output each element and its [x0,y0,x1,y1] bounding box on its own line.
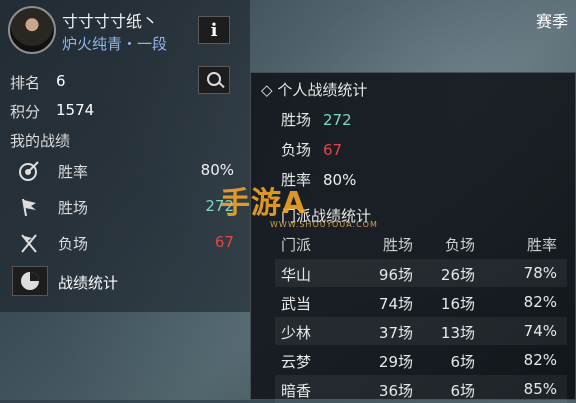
profile-panel: 寸寸寸寸纸丶 炉火纯青・一段 i 排名 6 积分 1574 我的战绩 胜率 80… [0,0,250,312]
info-icon: i [210,19,218,41]
score-label: 积分 [10,103,41,121]
popup-losses-row: 负场 67 [281,139,342,160]
losses-value: 67 [214,233,234,251]
cell-wins: 29场 [378,353,413,371]
table-header: 门派 胜场 负场 胜率 [275,229,567,257]
crossed-flag-icon [21,234,37,253]
cell-rate: 74% [523,322,557,340]
avatar [8,6,56,54]
record-stats-button[interactable] [12,266,48,296]
record-stats-popup: ◇ 个人战绩统计 胜场 272 负场 67 胜率 80% 门派战绩统计 门派 胜场 负… [250,72,576,403]
flag-icon [22,198,36,217]
table-row: 少林 37场 13场 74% [275,317,567,345]
wins-label: 胜场 [58,199,89,217]
season-tab[interactable]: 赛季 [536,8,568,32]
win-rate-row: 胜率 80% [0,156,250,186]
player-name: 寸寸寸寸纸丶 [62,12,159,31]
search-button[interactable] [198,66,230,94]
popup-losses-value: 67 [323,141,343,159]
cell-rate: 78% [523,264,557,282]
cell-sect: 云梦 [281,353,312,371]
table-row: 华山 96场 26场 78% [275,259,567,287]
target-icon [19,161,39,181]
cell-rate: 82% [523,293,557,311]
losses-row: 负场 67 [0,228,250,258]
cell-sect: 暗香 [281,382,312,400]
col-wins: 胜场 [382,236,413,254]
popup-title: ◇ 个人战绩统计 [261,81,368,99]
cell-rate: 82% [523,351,557,369]
col-sect: 门派 [281,236,312,254]
my-record-heading: 我的战绩 [10,132,71,150]
popup-wins-value: 272 [323,111,352,129]
cell-losses: 16场 [440,295,475,313]
site-watermark: 手游A [220,186,307,221]
win-rate-label: 胜率 [58,163,89,181]
cell-wins: 36场 [378,382,413,400]
record-stats-label[interactable]: 战绩统计 [58,272,118,293]
cell-rate: 85% [523,380,557,398]
cell-sect: 华山 [281,266,312,284]
rank-value: 6 [56,72,66,90]
col-rate: 胜率 [526,236,557,254]
table-row: 暗香 36场 6场 85% [275,375,567,403]
score-value: 1574 [56,101,95,119]
pie-chart-icon [21,272,39,290]
popup-rate-value: 80% [323,171,357,189]
losses-label: 负场 [58,235,89,253]
player-rank: 炉火纯青・一段 [62,35,168,53]
site-watermark-url: WWW.SHOUYOUA.COM [270,220,378,229]
cell-sect: 少林 [281,324,312,342]
cell-losses: 13场 [440,324,475,342]
cell-losses: 6场 [450,382,475,400]
info-button[interactable]: i [198,16,230,44]
popup-wins-label: 胜场 [281,111,312,129]
cell-sect: 武当 [281,295,312,313]
col-losses: 负场 [444,236,475,254]
rank-label: 排名 [10,74,41,92]
popup-title-text: 个人战绩统计 [277,81,368,99]
table-row: 云梦 29场 6场 82% [275,346,567,374]
wins-row: 胜场 272 [0,192,250,222]
cell-losses: 6场 [450,353,475,371]
cell-wins: 96场 [378,266,413,284]
popup-wins-row: 胜场 272 [281,109,352,130]
popup-losses-label: 负场 [281,141,312,159]
win-rate-value: 80% [200,161,234,179]
cell-losses: 26场 [440,266,475,284]
table-row: 武当 74场 16场 82% [275,288,567,316]
cell-wins: 74场 [378,295,413,313]
cell-wins: 37场 [378,324,413,342]
